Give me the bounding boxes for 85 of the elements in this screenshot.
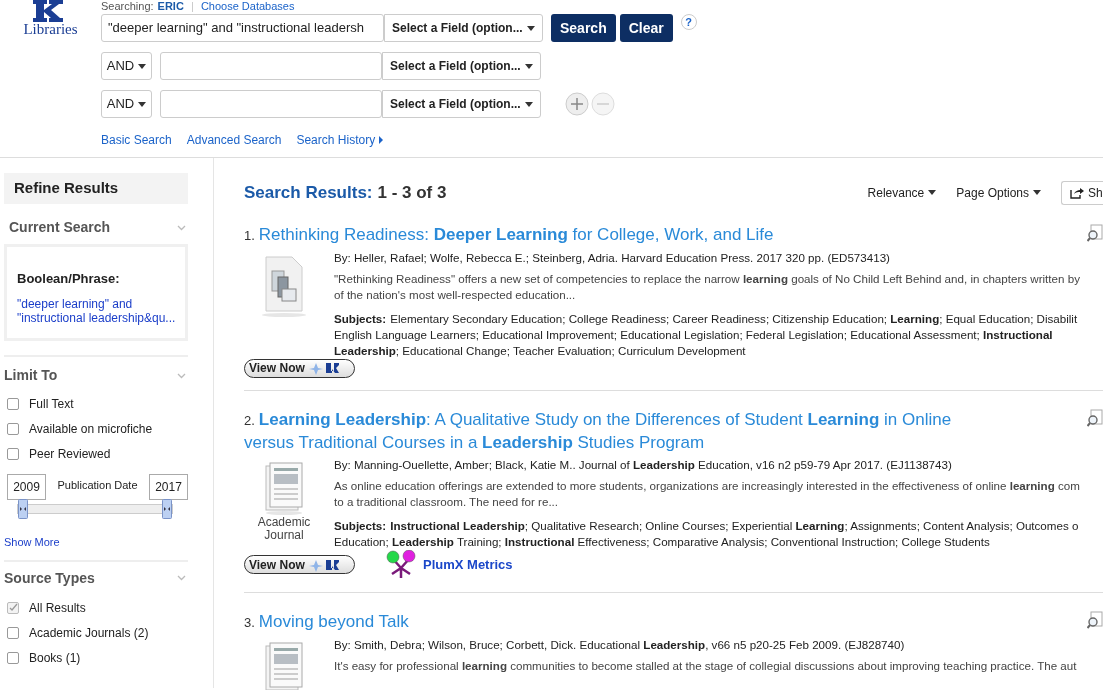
search-field[interactable]: "deeper learning" and "instructional leadersh xyxy=(101,14,384,42)
add-row-icon[interactable] xyxy=(565,92,589,116)
slider-handle[interactable] xyxy=(18,499,28,519)
checkbox[interactable] xyxy=(7,601,19,614)
subjects-line: Instructional Leadership; Qualitative Research; Online Courses; Experiential Learning; Assignments; Content Analysis; Outcomes o xyxy=(390,517,1079,534)
byline: By: Smith, Debra; Wilson, Bruce; Corbett, Dick. Educational Leadership, v66 n5 p20-25 Feb 2009. (EJ828740) xyxy=(334,636,906,652)
filter-option: Full Text xyxy=(29,396,74,412)
abstract-line: to a traditional classroom. The need for re... xyxy=(334,493,560,510)
result-title[interactable]: 1. Rethinking Readiness: Deeper Learning for College, Work, and Life xyxy=(244,223,1004,247)
choose-databases-link[interactable]: Choose Databases xyxy=(200,0,295,15)
subjects-label: Subjects: xyxy=(334,517,387,534)
sidebar-title: Refine Results xyxy=(4,173,188,204)
section-heading[interactable]: Source Types xyxy=(4,567,95,589)
search-link[interactable]: Search History xyxy=(296,131,384,149)
subjects-label: Subjects: xyxy=(334,310,387,327)
filter-option: Peer Reviewed xyxy=(29,446,111,462)
date-label: Publication Date xyxy=(57,477,138,493)
arrow-icon xyxy=(379,136,384,144)
filter-option: Books (1) xyxy=(29,649,81,666)
share-button[interactable]: Sh xyxy=(1061,180,1103,205)
query-link[interactable]: "deeper learning" and xyxy=(17,296,185,311)
checkbox[interactable] xyxy=(7,626,19,639)
subjects-line: Leadership; Educational Change; Teacher Evaluation; Curriculum Development xyxy=(334,342,746,359)
caret-icon xyxy=(525,101,533,107)
field-select[interactable]: Select a Field (option... xyxy=(382,90,541,118)
result-title[interactable]: 2. Learning Leadership: A Qualitative Study on the Differences of Student Learning in Online versus Traditional Courses in a Leadership Studies Program xyxy=(244,408,1004,454)
checkbox[interactable] xyxy=(7,423,19,435)
caret-icon xyxy=(138,63,147,69)
filter-option: Available on microfiche xyxy=(29,421,153,437)
database-name: ERIC xyxy=(157,0,184,15)
type-label: Academic Journal xyxy=(256,515,312,542)
remove-row-icon[interactable] xyxy=(591,92,615,116)
filter-option: All Results xyxy=(29,599,86,616)
preview-icon[interactable] xyxy=(1087,223,1103,242)
checkbox[interactable] xyxy=(7,651,19,664)
caret-icon xyxy=(1033,190,1041,196)
plumx-link[interactable]: PlumX Metrics xyxy=(423,554,513,575)
clear-button[interactable]: Clear xyxy=(619,14,673,42)
caret-icon xyxy=(525,63,533,69)
search-link[interactable]: Advanced Search xyxy=(186,131,282,149)
results-count: 1 - 3 of 3 xyxy=(377,182,447,204)
caret-icon xyxy=(928,190,937,196)
result-title[interactable]: 3. Moving beyond Talk xyxy=(244,610,1004,634)
search-type-label: Boolean/Phrase: xyxy=(17,270,121,288)
caret-icon xyxy=(527,25,535,31)
filter-option: Academic Journals (2) xyxy=(29,624,149,641)
subjects-line: English Language Learners; Educational Improvement; Educational Legislation; Federal Legislation; Educational Assessment; Instructional xyxy=(334,326,1053,343)
abstract-line: It's easy for professional learning communities to become stalled at the stage of collegial discussions about improving teaching practice. The aut xyxy=(334,657,1077,674)
sort-dropdown[interactable]: Relevance xyxy=(867,183,937,202)
subjects-line: Elementary Secondary Education; College Readiness; Career Readiness; Citizenship Education; Learning; Equal Education; Disabilit xyxy=(390,310,1078,327)
chevron-icon[interactable] xyxy=(177,372,186,379)
subjects-line: Education; Leadership Training; Instructional Effectiveness; Comparative Analysis; Conventional Instruction; College Students xyxy=(334,533,990,550)
results-heading: Search Results: xyxy=(244,182,373,204)
preview-icon[interactable] xyxy=(1087,408,1103,427)
view-now-button[interactable]: View Now xyxy=(244,555,355,574)
byline: By: Heller, Rafael; Wolfe, Rebecca E.; Steinberg, Adria. Harvard Education Press. 2017 320 pp. (ED573413) xyxy=(334,249,891,265)
abstract-line: "Rethinking Readiness" offers a new set of competencies to replace the narrow learning goals of No Child Left Behind and, in chapters written by xyxy=(334,270,1080,287)
searching-label: Searching: xyxy=(101,0,154,15)
page-options-dropdown[interactable]: Page Options xyxy=(956,183,1041,202)
search-field[interactable] xyxy=(160,90,382,118)
preview-icon[interactable] xyxy=(1087,610,1103,629)
search-button[interactable]: Search xyxy=(551,14,616,42)
chevron-icon[interactable] xyxy=(177,224,186,231)
section-heading[interactable]: Limit To xyxy=(4,365,58,386)
share-icon xyxy=(1070,186,1084,199)
checkbox[interactable] xyxy=(7,448,19,460)
operator-dropdown[interactable]: AND xyxy=(101,52,152,80)
logo-text: Libraries xyxy=(23,22,78,37)
search-field[interactable] xyxy=(160,52,382,80)
view-now-button[interactable]: View Now xyxy=(244,358,355,378)
byline: By: Manning-Ouellette, Amber; Black, Katie M.. Journal of Leadership Education, v16 n2 p59-79 Apr 2017. (EJ1138743) xyxy=(334,456,953,472)
show-more-link[interactable]: Show More xyxy=(4,534,188,551)
abstract-line: of the nation's most well-respected education... xyxy=(334,286,577,303)
checkbox[interactable] xyxy=(7,398,19,410)
operator-dropdown[interactable]: AND xyxy=(101,90,152,118)
query-link[interactable]: "instructional leadership&qu... xyxy=(17,310,185,325)
abstract-line: As online education offerings are extended to more students, organizations are increasingly interested in the effectiveness of online learning com xyxy=(334,477,1080,494)
field-select[interactable]: Select a Field (option... xyxy=(382,52,541,80)
slider-handle[interactable] xyxy=(162,499,172,519)
chevron-icon[interactable] xyxy=(177,575,186,581)
search-link[interactable]: Basic Search xyxy=(101,131,172,149)
caret-icon xyxy=(138,101,147,107)
section-heading[interactable]: Current Search xyxy=(9,217,111,238)
plumx-icon xyxy=(385,549,417,580)
field-select[interactable]: Select a Field (option... xyxy=(384,14,543,42)
